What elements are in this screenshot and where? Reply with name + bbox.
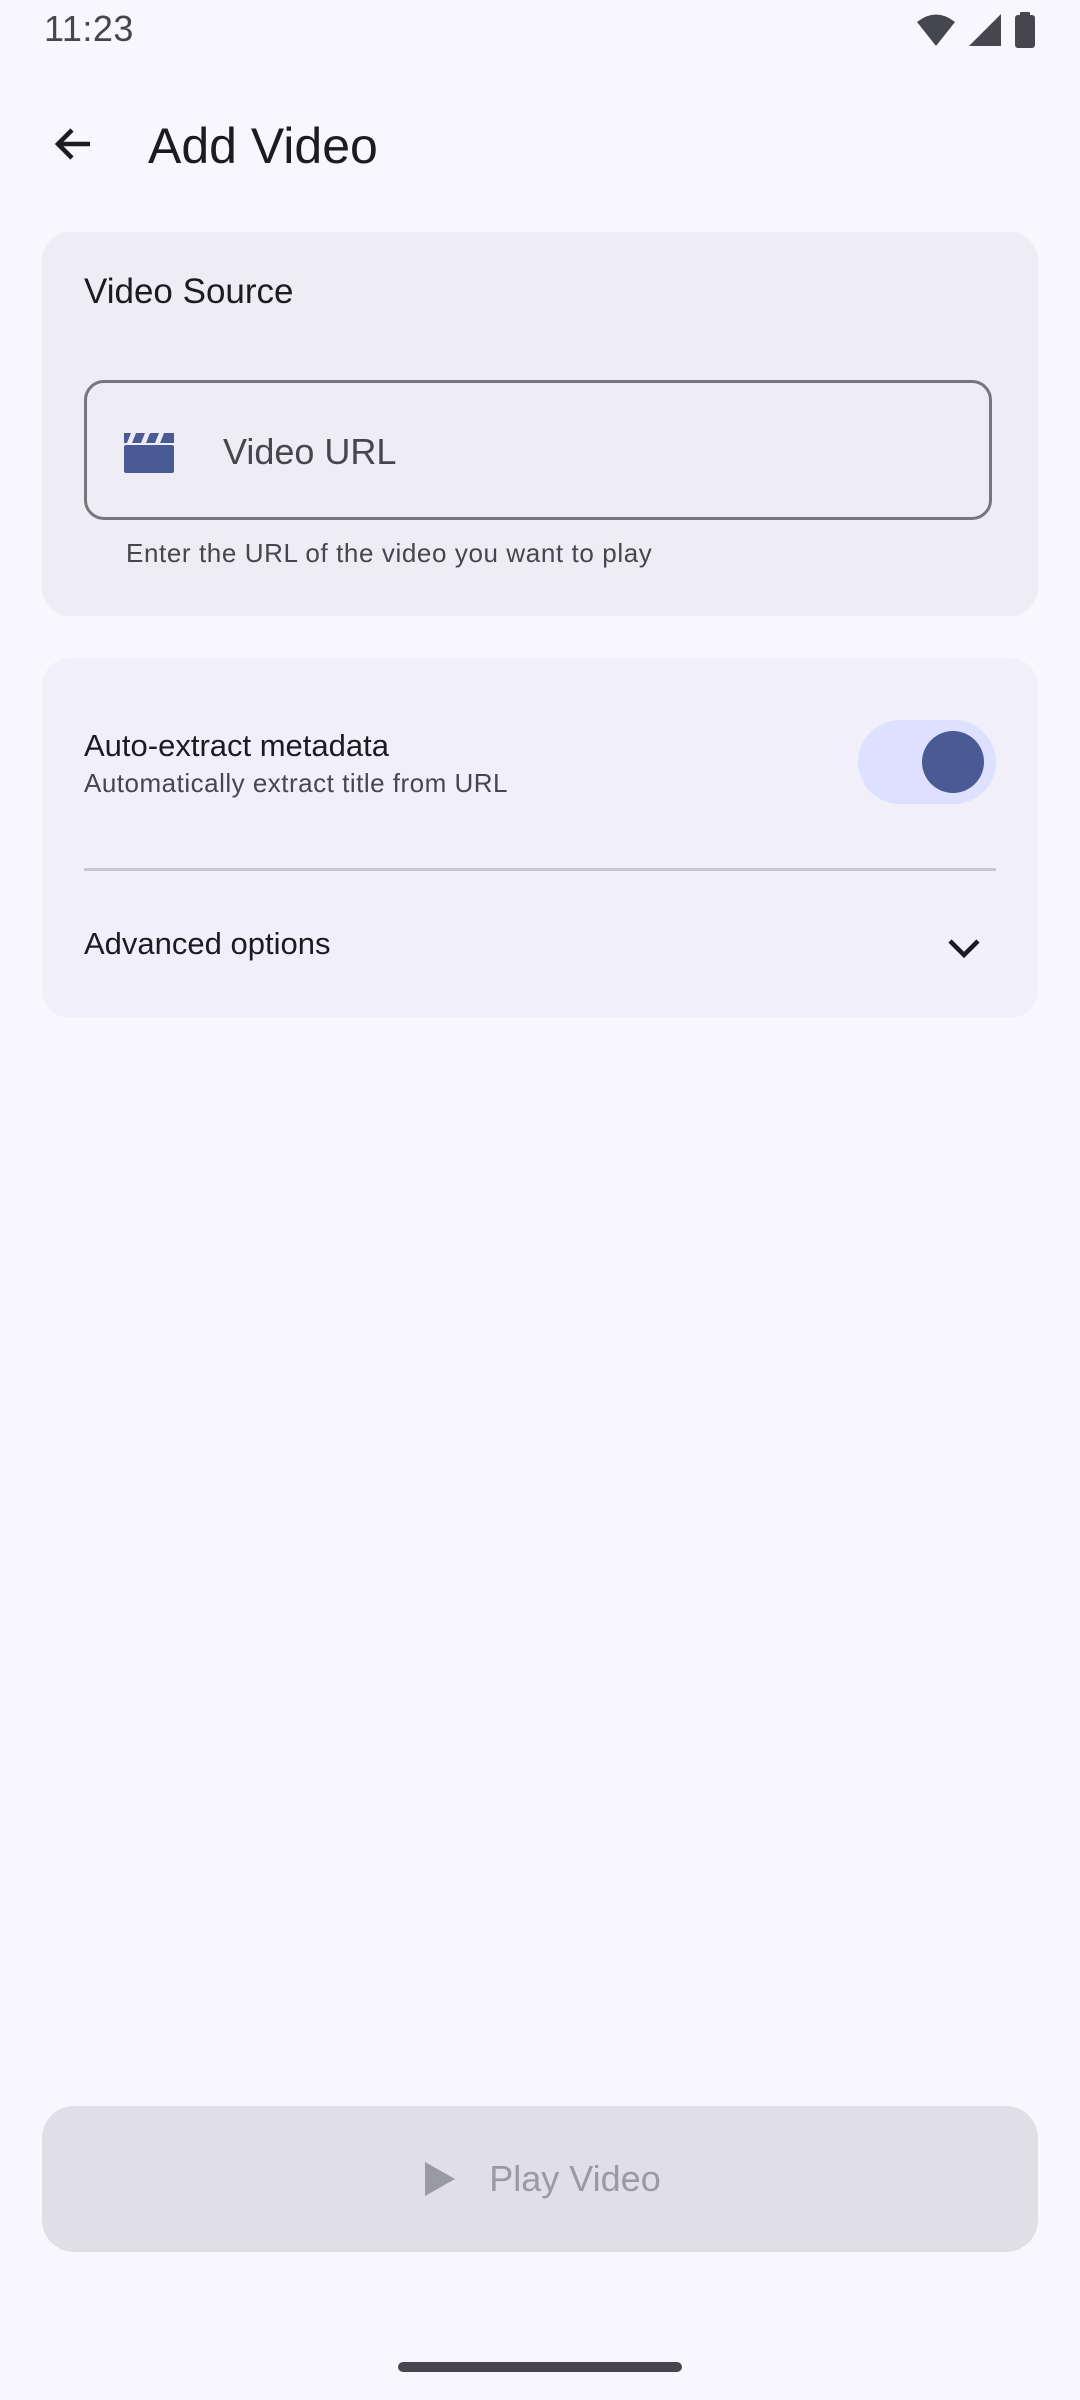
wifi-icon: [916, 13, 956, 47]
options-card: Auto-extract metadata Automatically extr…: [42, 658, 1038, 1018]
arrow-back-icon: [50, 120, 98, 173]
chevron-down-icon: [944, 928, 984, 968]
switch-thumb: [922, 731, 984, 793]
status-time: 11:23: [44, 8, 134, 49]
advanced-options-row[interactable]: Advanced options: [42, 872, 1038, 1018]
auto-extract-subtitle: Automatically extract title from URL: [84, 768, 509, 798]
gesture-navigation-bar[interactable]: [398, 2362, 682, 2372]
play-icon: [419, 2159, 459, 2199]
play-video-button[interactable]: Play Video: [42, 2106, 1038, 2252]
video-url-placeholder: Video URL: [223, 431, 397, 472]
divider: [84, 868, 996, 871]
cell-signal-icon: [968, 13, 1002, 47]
advanced-options-label: Advanced options: [84, 926, 331, 961]
play-video-label: Play Video: [489, 2158, 661, 2199]
status-bar: 11:23: [0, 0, 1080, 60]
movie-clapper-icon: [121, 429, 177, 475]
back-button[interactable]: [40, 112, 108, 180]
page-title: Add Video: [148, 118, 378, 174]
video-url-supporting-text: Enter the URL of the video you want to p…: [126, 538, 653, 568]
video-source-title: Video Source: [84, 272, 294, 311]
app-bar: Add Video: [0, 90, 1080, 202]
auto-extract-switch[interactable]: [858, 720, 996, 804]
video-url-field[interactable]: Video URL: [84, 380, 992, 520]
auto-extract-row: Auto-extract metadata Automatically extr…: [42, 658, 1038, 864]
battery-icon: [1014, 12, 1036, 48]
status-icons: [916, 12, 1036, 48]
auto-extract-title: Auto-extract metadata: [84, 728, 389, 763]
video-source-card: Video Source Video URL Enter the URL of …: [42, 232, 1038, 616]
